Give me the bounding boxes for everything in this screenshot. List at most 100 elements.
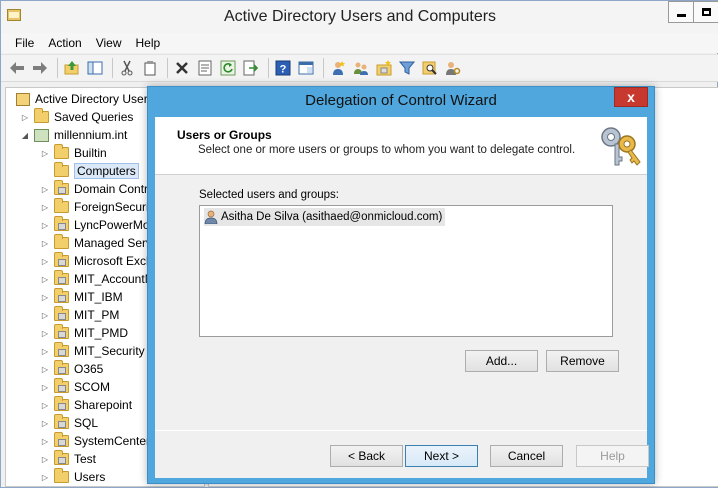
tree-root[interactable]: Active Directory Users [16,90,154,108]
folder-icon [54,468,69,483]
properties-icon[interactable] [195,58,215,78]
back-button[interactable]: < Back [330,445,403,467]
toolbar-separator [57,58,58,78]
selected-users-listbox[interactable]: Asitha De Silva (asithaed@onmicloud.com) [199,205,613,337]
copy-icon[interactable] [140,58,160,78]
ou-folder-icon [54,360,69,375]
back-arrow-icon[interactable] [7,58,27,78]
expand-arrow-icon[interactable]: ▷ [20,113,30,122]
expand-arrow-icon[interactable]: ▷ [40,365,50,374]
tree-item[interactable]: ▷ LyncPowerMo [40,216,150,234]
ou-folder-icon [54,288,69,303]
folder-icon [54,144,69,159]
tree-item[interactable]: ▷ Sharepoint [40,396,132,414]
tree-item[interactable]: ▷ SystemCenter [40,432,150,450]
expand-arrow-icon[interactable]: ▷ [40,203,50,212]
minimize-button[interactable] [668,1,694,23]
tree-item[interactable]: ▷ O365 [40,360,103,378]
remove-button[interactable]: Remove [546,350,619,372]
svg-text:?: ? [280,64,287,76]
expand-arrow-icon[interactable]: ▷ [40,257,50,266]
wizard-divider [155,430,647,431]
expand-arrow-icon[interactable]: ▷ [40,239,50,248]
tree-item-label: ForeignSecurit [74,200,153,214]
refresh-icon[interactable] [218,58,238,78]
wizard-page-subtitle: Select one or more users or groups to wh… [198,144,576,156]
help-icon[interactable]: ? [273,58,293,78]
tree-item[interactable]: ▷ MIT_IBM [40,288,123,306]
collapse-arrow-icon[interactable]: ◢ [20,131,30,140]
forward-arrow-icon[interactable] [30,58,50,78]
tree-item[interactable]: ▷ Domain Contr [40,180,148,198]
up-folder-icon[interactable] [62,58,82,78]
menu-help[interactable]: Help [130,36,169,50]
folder-icon [34,108,49,123]
next-button[interactable]: Next > [405,445,478,467]
cut-icon[interactable] [117,58,137,78]
expand-arrow-icon[interactable]: ▷ [40,329,50,338]
expand-arrow-icon[interactable]: ▷ [40,275,50,284]
window-controls [668,1,718,23]
tree-item-label: Test [74,452,97,466]
tree-item[interactable]: ▷ MIT_PMD [40,324,128,342]
expand-arrow-icon[interactable]: ▷ [40,293,50,302]
expand-arrow-icon[interactable]: ▷ [40,149,50,158]
tree-item[interactable]: ▷ Users [40,468,105,486]
expand-arrow-icon[interactable]: ▷ [40,311,50,320]
delegate-icon[interactable] [443,58,463,78]
delete-icon[interactable] [172,58,192,78]
new-user-icon[interactable] [328,58,348,78]
expand-arrow-icon[interactable]: ▷ [40,401,50,410]
tree-item[interactable]: ▷ MIT_AccountM [40,270,155,288]
cancel-button[interactable]: Cancel [490,445,563,467]
menu-action[interactable]: Action [42,36,89,50]
tree-item[interactable]: ▷ Managed Serv [40,234,152,252]
ou-folder-icon [54,180,69,195]
tree-item[interactable]: ▷ MIT_Security [40,342,145,360]
folder-icon [54,198,69,213]
ou-folder-icon [54,270,69,285]
new-group-icon[interactable] [351,58,371,78]
tree-item-label: O365 [74,362,104,376]
export-icon[interactable] [241,58,261,78]
tree-item-label: Sharepoint [74,398,133,412]
tree-item-label: Domain Contr [74,182,149,196]
tree-item[interactable]: ▷ SCOM [40,378,110,396]
menu-bar: File Action View Help [1,33,718,53]
console-tree-icon[interactable] [85,58,105,78]
expand-arrow-icon[interactable]: ▷ [40,473,50,482]
console-icon[interactable] [296,58,316,78]
wizard-page-title: Users or Groups [177,128,272,142]
ou-folder-icon [54,414,69,429]
title-bar: Active Directory Users and Computers [1,1,718,33]
expand-arrow-icon[interactable]: ▷ [40,221,50,230]
menu-view[interactable]: View [90,36,130,50]
expand-arrow-icon[interactable]: ▷ [40,437,50,446]
tree-item[interactable]: ▷ Microsoft Exch [40,252,153,270]
tree-item-label: MIT_Security [74,344,145,358]
expand-arrow-icon[interactable]: ▷ [40,185,50,194]
tree-item[interactable]: ▷ Builtin [40,144,107,162]
tree-saved-queries[interactable]: ▷ Saved Queries [20,108,133,126]
add-button[interactable]: Add... [465,350,538,372]
menu-file[interactable]: File [9,36,42,50]
new-ou-icon[interactable] [374,58,394,78]
expand-arrow-icon[interactable]: ▷ [40,347,50,356]
tree-domain[interactable]: ◢ millennium.int [20,126,127,144]
expand-arrow-icon[interactable]: ▷ [40,419,50,428]
tree-item[interactable]: ▷ MIT_PM [40,306,119,324]
tree-item[interactable]: Computers [40,162,139,180]
tree-label: Saved Queries [54,110,134,124]
list-item[interactable]: Asitha De Silva (asithaed@onmicloud.com) [204,208,446,226]
maximize-button[interactable] [693,1,718,23]
expand-arrow-icon[interactable]: ▷ [40,455,50,464]
expand-arrow-icon[interactable]: ▷ [40,383,50,392]
find-icon[interactable] [420,58,440,78]
filter-icon[interactable] [397,58,417,78]
tree-item-label: SCOM [74,380,110,394]
tree-item-label: SystemCenter [74,434,151,448]
tree-item[interactable]: ▷ ForeignSecurit [40,198,152,216]
tree-item[interactable]: ▷ Test [40,450,96,468]
tree-item[interactable]: ▷ SQL [40,414,98,432]
dialog-close-button[interactable]: x [614,87,648,107]
